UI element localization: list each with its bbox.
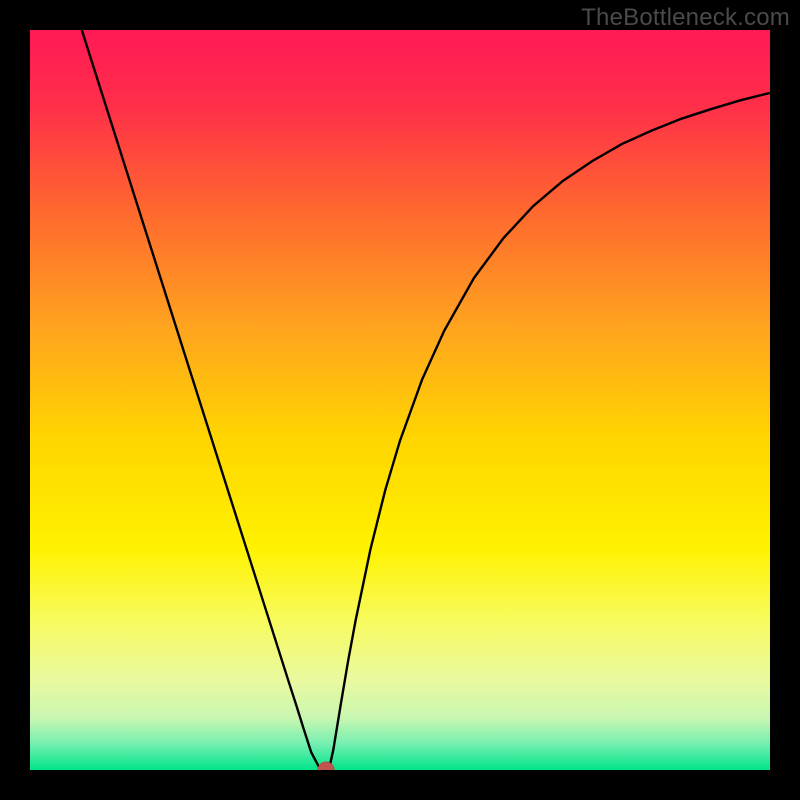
watermark-text: TheBottleneck.com xyxy=(581,4,790,32)
chart-frame: TheBottleneck.com xyxy=(0,0,800,800)
gradient-background xyxy=(30,30,770,770)
plot-area xyxy=(30,30,770,770)
chart-svg xyxy=(30,30,770,770)
